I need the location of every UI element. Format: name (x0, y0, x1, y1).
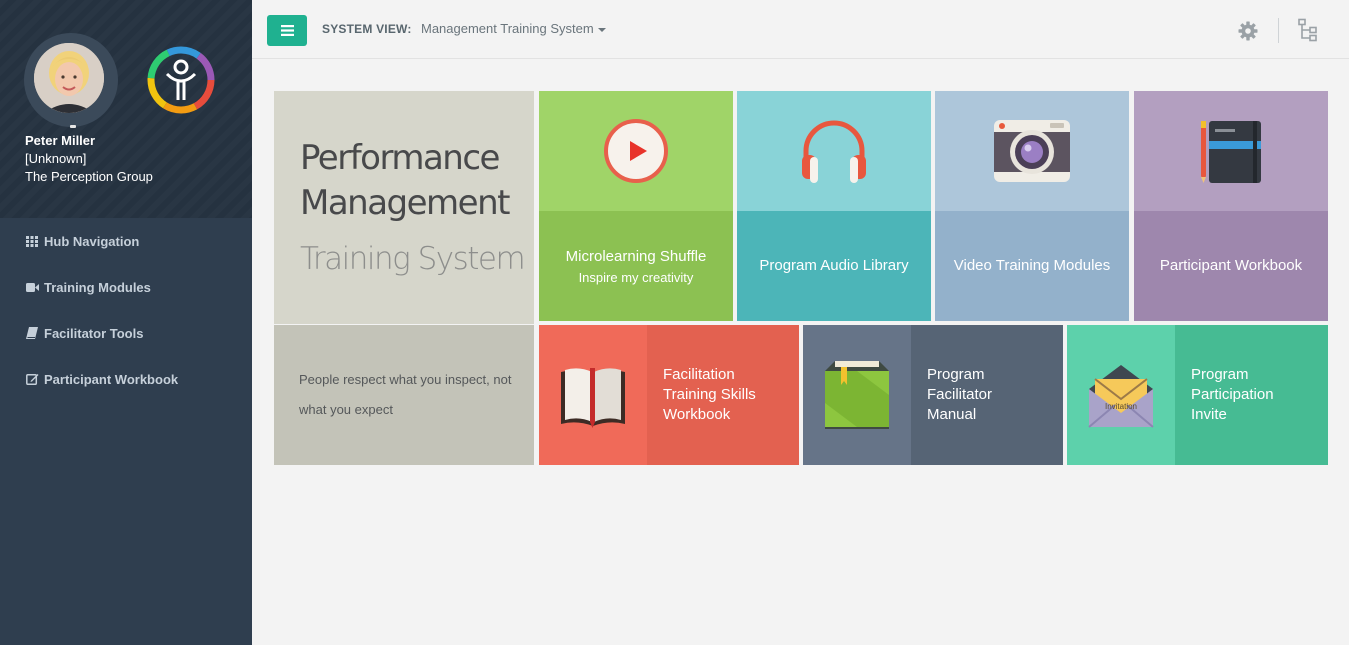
hero-subtitle: Training System (300, 241, 526, 277)
tile-program-audio-library[interactable]: Program Audio Library (737, 91, 931, 321)
tile-label-line: Facilitation (663, 366, 735, 383)
profile-panel: Peter Miller [Unknown] The Perception Gr… (0, 0, 252, 218)
tile-microlearning-shuffle[interactable]: Microlearning Shuffle Inspire my creativ… (539, 91, 733, 321)
tile-label-line: Participation (1191, 386, 1274, 403)
sidebar-item-label: Training Modules (44, 279, 151, 295)
sidebar-item-participant-workbook[interactable]: Participant Workbook (0, 356, 252, 402)
tile-label-line: Workbook (663, 406, 731, 423)
video-camera-icon (25, 280, 39, 294)
hero-tile: Performance Management Training System (274, 91, 534, 324)
sidebar-item-label: Hub Navigation (44, 233, 140, 249)
invitation-envelope-icon: Invitation (1088, 365, 1154, 428)
hamburger-icon (280, 25, 294, 36)
hero-title: Performance Management (300, 138, 510, 223)
book-icon (25, 326, 39, 340)
tile-label-line: Training Skills (663, 386, 756, 403)
sidebar-item-label: Facilitator Tools (44, 325, 144, 341)
play-button-icon (604, 119, 668, 183)
quote-tile: People respect what you inspect, not wha… (274, 325, 534, 465)
tile-label: Microlearning Shuffle (565, 248, 707, 265)
system-view-value: Management Training System (421, 21, 594, 36)
sidebar-item-training-modules[interactable]: Training Modules (0, 264, 252, 310)
tile-label: Program Audio Library (759, 257, 909, 274)
profile-name: Peter Miller (25, 133, 96, 148)
headphones-icon (802, 120, 866, 183)
tile-facilitation-training-skills-workbook[interactable]: Facilitation Training Skills Workbook (539, 325, 799, 465)
profile-role: [Unknown] (25, 151, 87, 166)
open-book-icon (561, 368, 625, 428)
tile-label-line: Manual (927, 406, 977, 423)
system-view-label: SYSTEM VIEW: (322, 22, 412, 36)
sidebar: Peter Miller [Unknown] The Perception Gr… (0, 0, 252, 645)
tile-video-training-modules[interactable]: Video Training Modules (935, 91, 1129, 321)
profile-organization: The Perception Group (25, 169, 153, 184)
tile-program-facilitator-manual[interactable]: Program Facilitator Manual (803, 325, 1063, 465)
gear-icon[interactable] (1238, 21, 1258, 41)
tile-label-line: Facilitator (927, 386, 993, 403)
manual-book-icon (825, 361, 889, 429)
tile-label-line: Invite (1191, 406, 1227, 423)
quote-text: People respect what you inspect, not wha… (299, 372, 512, 417)
sidebar-item-label: Participant Workbook (44, 371, 179, 387)
tile-participant-workbook[interactable]: Participant Workbook (1134, 91, 1328, 321)
header-divider (1278, 18, 1279, 43)
edit-icon (25, 372, 39, 386)
caret-down-icon (597, 27, 606, 32)
system-view-dropdown[interactable]: Management Training System (421, 21, 606, 36)
tile-label-line: Program (927, 366, 985, 383)
sitemap-icon[interactable] (1297, 18, 1319, 42)
camera-icon (994, 120, 1070, 182)
menu-toggle-button[interactable] (267, 15, 307, 46)
avatar-status-dot (70, 125, 76, 128)
invitation-text: Invitation (1105, 402, 1137, 411)
grid-icon (25, 234, 39, 248)
tile-sublabel: Inspire my creativity (578, 270, 694, 285)
tile-program-participation-invite[interactable]: Invitation Program Participation Invite (1067, 325, 1328, 465)
avatar[interactable] (34, 43, 104, 113)
notebook-icon (1201, 121, 1261, 183)
tile-label: Video Training Modules (953, 257, 1111, 274)
sidebar-item-hub-navigation[interactable]: Hub Navigation (0, 218, 252, 264)
sidebar-item-facilitator-tools[interactable]: Facilitator Tools (0, 310, 252, 356)
top-header: SYSTEM VIEW: Management Training System (252, 0, 1349, 59)
tile-label-line: Program (1191, 366, 1249, 383)
brand-logo-icon (147, 46, 215, 114)
sidebar-nav: Hub Navigation Training Modules Facilita… (0, 218, 252, 402)
tile-label: Participant Workbook (1159, 257, 1303, 274)
